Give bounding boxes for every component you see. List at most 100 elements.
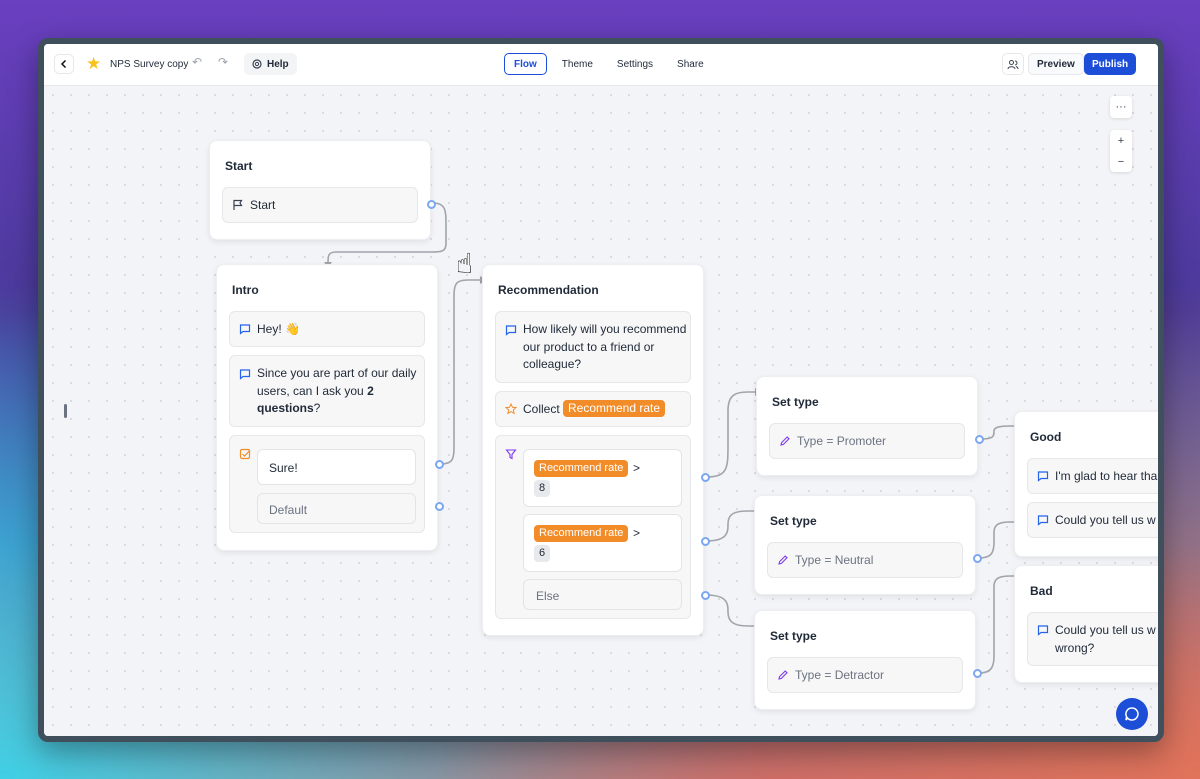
intro-message-hey-text: Hey! 👋 bbox=[257, 322, 300, 336]
set-type-promoter-label: Type = Promoter bbox=[797, 434, 887, 448]
condition-2[interactable]: Recommend rate > 6 bbox=[523, 514, 682, 572]
condition-1-value: 8 bbox=[534, 480, 551, 497]
condition-else-port[interactable] bbox=[701, 591, 710, 600]
neutral-output-port[interactable] bbox=[973, 554, 982, 563]
collect-block[interactable]: Collect Recommend rate bbox=[495, 391, 691, 427]
recommendation-question-text: How likely will you recommend our produc… bbox=[523, 322, 687, 371]
collaborators-button[interactable] bbox=[1002, 53, 1024, 75]
edge-neutral-good bbox=[978, 521, 1016, 559]
start-node-title: Start bbox=[225, 159, 253, 173]
recommendation-node[interactable]: Recommendation How likely will you recom… bbox=[482, 264, 704, 636]
start-output-port[interactable] bbox=[427, 200, 436, 209]
publish-button[interactable]: Publish bbox=[1084, 53, 1137, 75]
button-sure[interactable]: Sure! bbox=[257, 449, 416, 485]
set-type-neutral-label: Type = Neutral bbox=[795, 553, 874, 567]
survey-title[interactable]: NPS Survey copy bbox=[110, 59, 188, 70]
button-default-label: Default bbox=[269, 503, 308, 517]
good-message-1-text: I'm glad to hear tha bbox=[1055, 469, 1158, 483]
recommendation-question[interactable]: How likely will you recommend our produc… bbox=[495, 311, 691, 383]
users-icon bbox=[1007, 59, 1019, 69]
star-icon: ★ bbox=[86, 54, 102, 73]
chat-bubble-icon bbox=[239, 324, 251, 335]
set-type-neutral-block[interactable]: Type = Neutral bbox=[767, 542, 963, 578]
chat-icon bbox=[1125, 707, 1139, 721]
edge-detractor-bad bbox=[978, 575, 1016, 674]
promoter-output-port[interactable] bbox=[975, 435, 984, 444]
set-type-detractor-label: Type = Detractor bbox=[795, 668, 885, 682]
help-icon bbox=[252, 59, 262, 69]
tab-theme[interactable]: Theme bbox=[553, 53, 602, 75]
condition-else[interactable]: Else bbox=[523, 579, 682, 610]
intro-default-port[interactable] bbox=[435, 502, 444, 511]
top-bar: ★ NPS Survey copy ↶ ↷ Help Flow Theme Se… bbox=[44, 44, 1158, 86]
chat-bubble-icon bbox=[1037, 515, 1049, 526]
filter-icon bbox=[505, 449, 517, 460]
condition-2-value: 6 bbox=[534, 545, 551, 562]
good-node[interactable]: Good I'm glad to hear tha Could you tell… bbox=[1014, 411, 1158, 557]
hand-pointer-icon: ☝ bbox=[456, 248, 474, 279]
bad-node[interactable]: Bad Could you tell us w wrong? bbox=[1014, 565, 1158, 683]
back-button[interactable] bbox=[54, 54, 74, 74]
condition-1-operator: > bbox=[633, 461, 641, 475]
redo-icon[interactable]: ↷ bbox=[218, 55, 228, 69]
condition-1[interactable]: Recommend rate > 8 bbox=[523, 449, 682, 507]
recommendation-node-title: Recommendation bbox=[498, 283, 599, 297]
intro-sure-port[interactable] bbox=[435, 460, 444, 469]
collect-label: Collect bbox=[523, 402, 560, 416]
intro-message-hey[interactable]: Hey! 👋 bbox=[229, 311, 425, 347]
button-sure-label: Sure! bbox=[269, 461, 298, 475]
set-type-detractor-title: Set type bbox=[770, 629, 817, 643]
condition-2-operator: > bbox=[633, 526, 641, 540]
star-outline-icon bbox=[505, 403, 517, 415]
collect-variable: Recommend rate bbox=[563, 400, 666, 417]
preview-button[interactable]: Preview bbox=[1028, 53, 1084, 75]
bad-message-1-text: Could you tell us w wrong? bbox=[1055, 623, 1156, 655]
tab-flow[interactable]: Flow bbox=[504, 53, 547, 75]
pencil-icon bbox=[778, 555, 788, 565]
flow-canvas[interactable]: ··· + − Start Start Intro Hey! 👋 Since y… bbox=[44, 86, 1158, 736]
chevron-left-icon bbox=[60, 59, 67, 69]
good-message-1[interactable]: I'm glad to hear tha bbox=[1027, 458, 1158, 494]
start-node[interactable]: Start Start bbox=[209, 140, 431, 240]
intro-buttons-block[interactable]: Sure! Default bbox=[229, 435, 425, 533]
bad-node-title: Bad bbox=[1030, 584, 1053, 598]
condition-2-port[interactable] bbox=[701, 537, 710, 546]
chat-bubble-icon bbox=[239, 369, 251, 380]
view-tabs: Flow Theme Settings Share bbox=[504, 53, 713, 75]
pencil-icon bbox=[778, 670, 788, 680]
good-message-2[interactable]: Could you tell us w bbox=[1027, 502, 1158, 538]
good-message-2-text: Could you tell us w bbox=[1055, 513, 1156, 527]
tab-settings[interactable]: Settings bbox=[608, 53, 662, 75]
intro-node[interactable]: Intro Hey! 👋 Since you are part of our d… bbox=[216, 264, 438, 551]
start-block[interactable]: Start bbox=[222, 187, 418, 223]
chat-bubble-icon bbox=[1037, 471, 1049, 482]
intro-node-title: Intro bbox=[232, 283, 259, 297]
button-default[interactable]: Default bbox=[257, 493, 416, 524]
edge-intro-recommendation bbox=[439, 279, 480, 465]
tab-share[interactable]: Share bbox=[668, 53, 713, 75]
set-type-promoter-title: Set type bbox=[772, 395, 819, 409]
start-block-label: Start bbox=[250, 198, 276, 212]
set-type-promoter-block[interactable]: Type = Promoter bbox=[769, 423, 965, 459]
set-type-neutral-title: Set type bbox=[770, 514, 817, 528]
chat-bubble-icon bbox=[505, 325, 517, 336]
intro-message-questions-text: Since you are part of our daily users, c… bbox=[257, 366, 417, 415]
set-type-neutral-node[interactable]: Set type Type = Neutral bbox=[754, 495, 976, 595]
edge-to-detractor bbox=[705, 594, 756, 627]
undo-icon[interactable]: ↶ bbox=[192, 55, 202, 69]
condition-2-variable: Recommend rate bbox=[534, 525, 629, 542]
bad-message-1[interactable]: Could you tell us w wrong? bbox=[1027, 612, 1158, 666]
help-button[interactable]: Help bbox=[244, 53, 297, 75]
conditions-block[interactable]: Recommend rate > 8 Recommend rate > 6 El… bbox=[495, 435, 691, 619]
support-chat-button[interactable] bbox=[1116, 698, 1148, 730]
set-type-detractor-node[interactable]: Set type Type = Detractor bbox=[754, 610, 976, 710]
pencil-icon bbox=[780, 436, 790, 446]
set-type-detractor-block[interactable]: Type = Detractor bbox=[767, 657, 963, 693]
intro-message-questions[interactable]: Since you are part of our daily users, c… bbox=[229, 355, 425, 427]
edge-promoter-good bbox=[980, 425, 1016, 440]
condition-1-port[interactable] bbox=[701, 473, 710, 482]
detractor-output-port[interactable] bbox=[973, 669, 982, 678]
good-node-title: Good bbox=[1030, 430, 1062, 444]
set-type-promoter-node[interactable]: Set type Type = Promoter bbox=[756, 376, 978, 476]
condition-else-label: Else bbox=[536, 589, 560, 603]
